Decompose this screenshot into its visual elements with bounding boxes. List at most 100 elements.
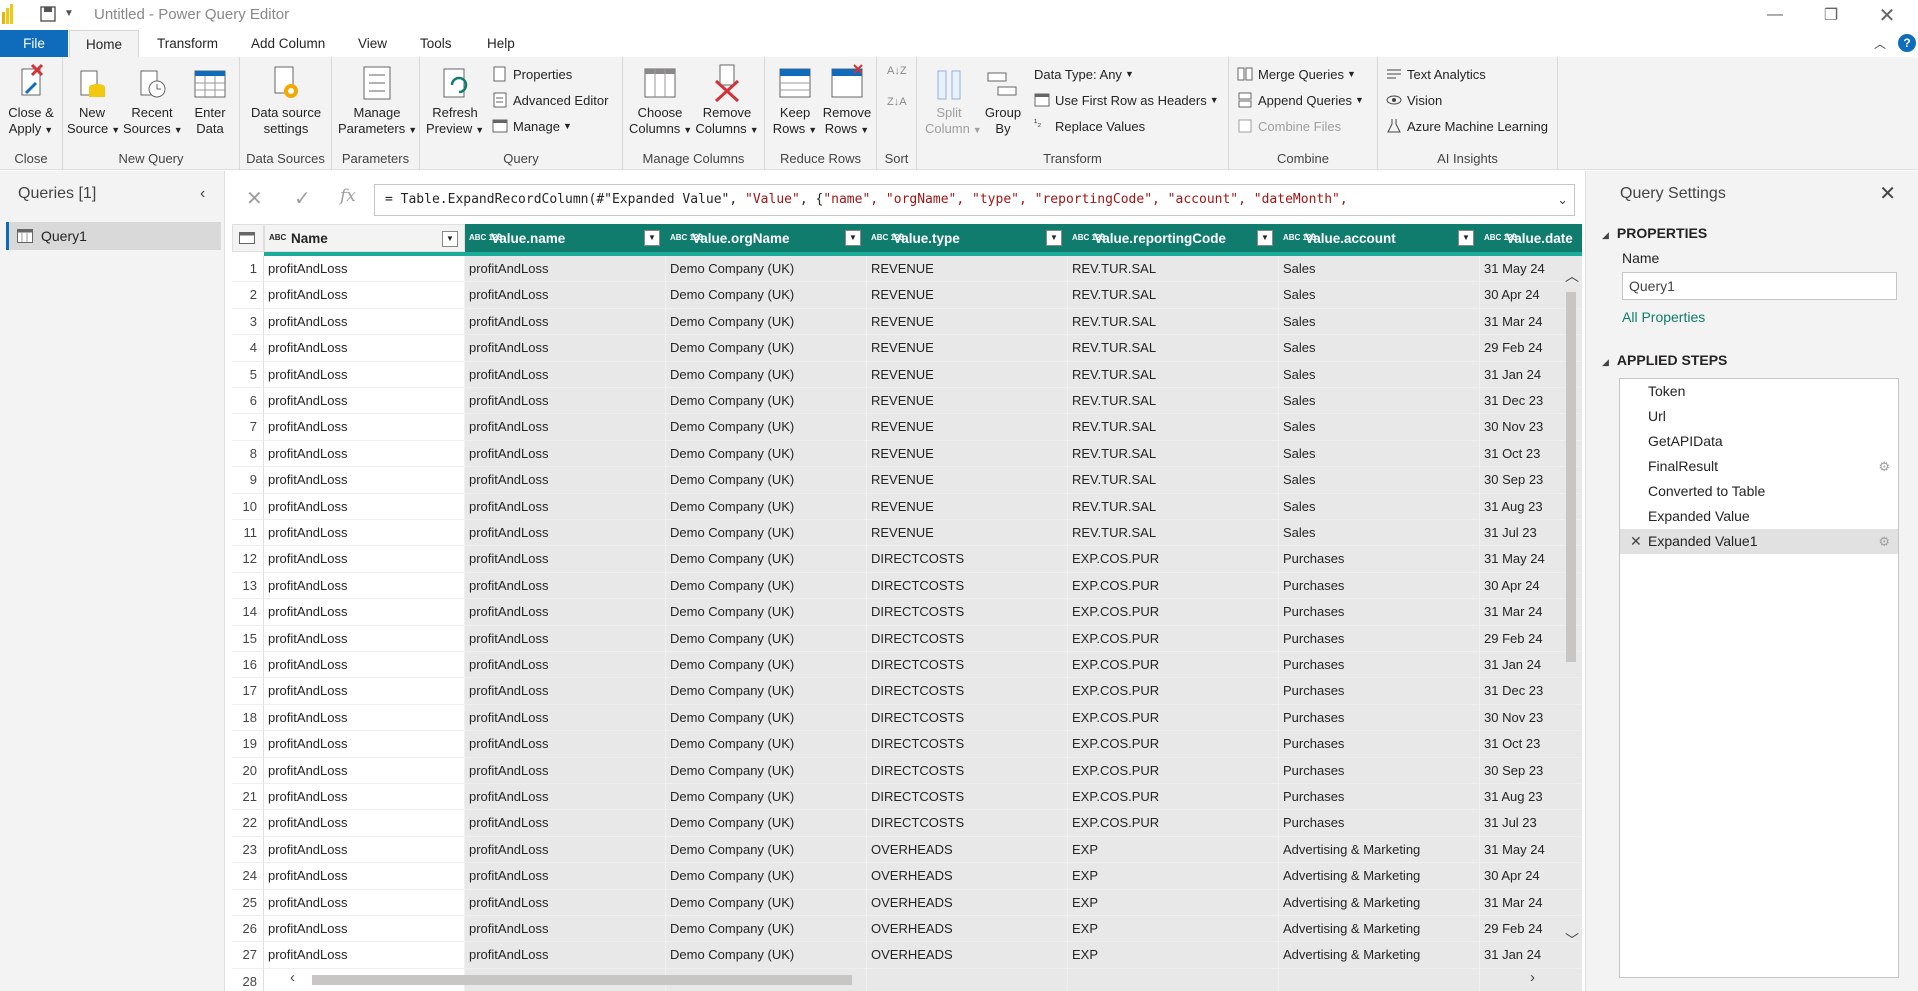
type-icon[interactable]: ABC 123: [670, 234, 703, 242]
manage-button[interactable]: Manage ▼: [492, 115, 572, 137]
refresh-preview-button[interactable]: Refresh Preview ▼: [426, 63, 484, 138]
table-cell[interactable]: REVENUE: [867, 414, 1068, 441]
table-cell[interactable]: Demo Company (UK): [666, 810, 867, 837]
close-apply-button[interactable]: Close & Apply ▼: [6, 63, 56, 138]
table-cell[interactable]: Demo Company (UK): [666, 784, 867, 811]
table-cell[interactable]: profitAndLoss: [465, 256, 666, 283]
table-cell[interactable]: Demo Company (UK): [666, 256, 867, 283]
delete-step-icon[interactable]: ✕: [1630, 529, 1642, 554]
table-row[interactable]: 12 profitAndLoss profitAndLoss Demo Company…: [232, 546, 1582, 573]
table-cell[interactable]: profitAndLoss: [465, 810, 666, 837]
azure-ml-button[interactable]: Azure Machine Learning: [1386, 115, 1548, 137]
table-cell[interactable]: Demo Company (UK): [666, 916, 867, 943]
column-header[interactable]: ABC 123 Value.account ▼: [1279, 224, 1480, 252]
table-row[interactable]: 17 profitAndLoss profitAndLoss Demo Company…: [232, 678, 1582, 705]
text-analytics-button[interactable]: Text Analytics: [1386, 63, 1486, 85]
table-cell[interactable]: profitAndLoss: [264, 625, 465, 652]
table-cell[interactable]: Demo Company (UK): [666, 704, 867, 732]
table-cell[interactable]: Demo Company (UK): [666, 678, 867, 705]
table-cell[interactable]: EXP: [1068, 942, 1279, 969]
table-cell[interactable]: Purchases: [1279, 625, 1480, 652]
gear-icon[interactable]: ⚙: [1878, 454, 1890, 479]
table-cell[interactable]: REV.TUR.SAL: [1068, 308, 1279, 336]
table-cell[interactable]: Sales: [1279, 493, 1480, 520]
table-row[interactable]: 25 profitAndLoss profitAndLoss Demo Company…: [232, 889, 1582, 916]
data-type-dropdown[interactable]: Data Type: Any ▼: [1034, 63, 1134, 85]
column-header[interactable]: ABC 123 Value.reportingCode ▼: [1068, 224, 1279, 252]
table-cell[interactable]: Purchases: [1279, 704, 1480, 732]
table-cell[interactable]: profitAndLoss: [465, 440, 666, 468]
table-cell[interactable]: profitAndLoss: [264, 599, 465, 626]
table-row[interactable]: 6 profitAndLoss profitAndLoss Demo Company …: [232, 388, 1582, 415]
table-cell[interactable]: profitAndLoss: [465, 520, 666, 547]
table-cell[interactable]: EXP.COS.PUR: [1068, 546, 1279, 573]
fx-icon[interactable]: fx: [340, 186, 356, 206]
table-cell[interactable]: Demo Company (UK): [666, 942, 867, 969]
table-row[interactable]: 9 profitAndLoss profitAndLoss Demo Company …: [232, 467, 1582, 494]
advanced-editor-button[interactable]: Advanced Editor: [492, 89, 608, 111]
table-cell[interactable]: profitAndLoss: [264, 467, 465, 494]
filter-dropdown-icon[interactable]: ▼: [1458, 230, 1474, 246]
table-row[interactable]: 14 profitAndLoss profitAndLoss Demo Company…: [232, 599, 1582, 626]
save-icon[interactable]: [40, 6, 56, 22]
table-row[interactable]: 18 profitAndLoss profitAndLoss Demo Company…: [232, 704, 1582, 732]
table-cell[interactable]: Demo Company (UK): [666, 335, 867, 362]
table-cell[interactable]: profitAndLoss: [465, 308, 666, 336]
tab-file[interactable]: File: [0, 30, 68, 57]
table-cell[interactable]: DIRECTCOSTS: [867, 704, 1068, 732]
vision-button[interactable]: Vision: [1386, 89, 1442, 111]
table-cell[interactable]: profitAndLoss: [264, 388, 465, 415]
remove-rows-button[interactable]: Remove Rows ▼: [821, 63, 873, 138]
table-cell[interactable]: Demo Company (UK): [666, 520, 867, 547]
table-cell[interactable]: EXP.COS.PUR: [1068, 678, 1279, 705]
table-cell[interactable]: Sales: [1279, 414, 1480, 441]
table-cell[interactable]: Demo Company (UK): [666, 625, 867, 652]
table-cell[interactable]: profitAndLoss: [465, 467, 666, 494]
table-cell[interactable]: DIRECTCOSTS: [867, 546, 1068, 573]
use-first-row-headers-button[interactable]: Use First Row as Headers ▼: [1034, 89, 1219, 111]
sort-descending-button[interactable]: Z↓A: [887, 91, 907, 113]
table-cell[interactable]: DIRECTCOSTS: [867, 757, 1068, 784]
table-cell[interactable]: EXP.COS.PUR: [1068, 625, 1279, 652]
table-cell[interactable]: Sales: [1279, 308, 1480, 336]
remove-columns-button[interactable]: Remove Columns ▼: [695, 63, 759, 138]
table-cell[interactable]: DIRECTCOSTS: [867, 678, 1068, 705]
replace-values-button[interactable]: ¹₂ Replace Values: [1034, 115, 1145, 137]
scroll-up-icon[interactable]: ︿: [1565, 266, 1579, 286]
table-cell[interactable]: profitAndLoss: [264, 546, 465, 573]
type-icon[interactable]: ABC 123: [1072, 234, 1105, 242]
table-cell[interactable]: profitAndLoss: [264, 916, 465, 943]
table-cell[interactable]: Advertising & Marketing: [1279, 889, 1480, 916]
table-cell[interactable]: profitAndLoss: [264, 731, 465, 758]
table-cell[interactable]: profitAndLoss: [264, 810, 465, 837]
tab-view[interactable]: View: [342, 30, 403, 57]
table-cell[interactable]: REV.TUR.SAL: [1068, 440, 1279, 468]
table-cell[interactable]: profitAndLoss: [465, 784, 666, 811]
table-cell[interactable]: OVERHEADS: [867, 889, 1068, 916]
table-cell[interactable]: DIRECTCOSTS: [867, 599, 1068, 626]
table-cell[interactable]: EXP: [1068, 889, 1279, 916]
table-row[interactable]: 5 profitAndLoss profitAndLoss Demo Company …: [232, 361, 1582, 388]
table-cell[interactable]: Sales: [1279, 256, 1480, 283]
query-item[interactable]: Query1: [6, 222, 221, 250]
table-cell[interactable]: profitAndLoss: [264, 863, 465, 890]
formula-input[interactable]: = Table.ExpandRecordColumn(#"Expanded Va…: [374, 184, 1575, 216]
table-cell[interactable]: REV.TUR.SAL: [1068, 361, 1279, 388]
table-cell[interactable]: profitAndLoss: [264, 282, 465, 309]
table-cell[interactable]: profitAndLoss: [264, 414, 465, 441]
column-header[interactable]: ABC 123 Value.name ▼: [465, 224, 666, 252]
table-cell[interactable]: Demo Company (UK): [666, 889, 867, 916]
table-cell[interactable]: profitAndLoss: [465, 361, 666, 388]
table-cell[interactable]: REVENUE: [867, 388, 1068, 415]
table-row[interactable]: 2 profitAndLoss profitAndLoss Demo Company …: [232, 282, 1582, 309]
table-cell[interactable]: Demo Company (UK): [666, 388, 867, 415]
cancel-formula-icon[interactable]: ✕: [246, 186, 263, 211]
table-cell[interactable]: Demo Company (UK): [666, 414, 867, 441]
table-cell[interactable]: REVENUE: [867, 361, 1068, 388]
step-url[interactable]: Url: [1620, 404, 1898, 429]
table-cell[interactable]: Demo Company (UK): [666, 836, 867, 864]
table-cell[interactable]: REV.TUR.SAL: [1068, 282, 1279, 309]
table-cell[interactable]: REV.TUR.SAL: [1068, 493, 1279, 520]
table-cell[interactable]: REVENUE: [867, 493, 1068, 520]
table-cell[interactable]: REV.TUR.SAL: [1068, 388, 1279, 415]
